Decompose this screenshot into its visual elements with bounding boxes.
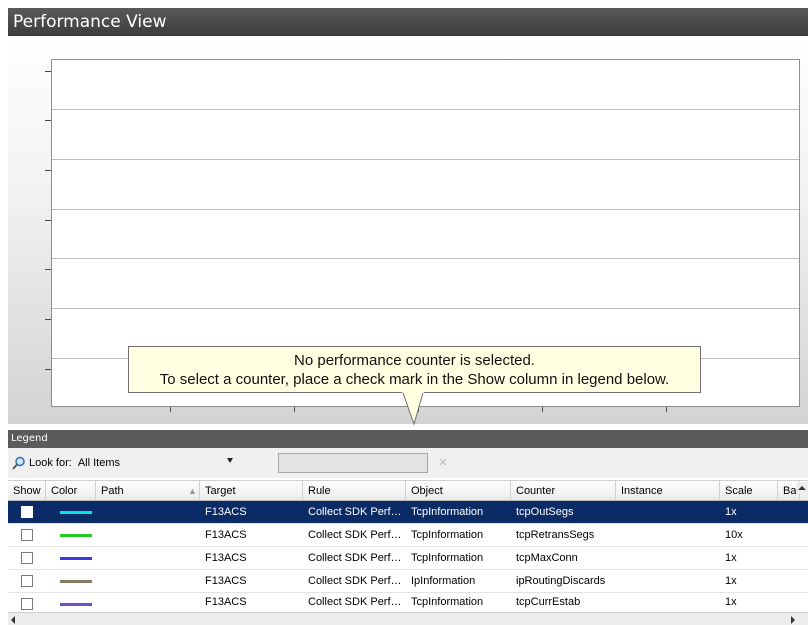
cell-instance bbox=[616, 593, 720, 612]
cell-target: F13ACS bbox=[205, 575, 247, 587]
show-checkbox[interactable] bbox=[21, 506, 33, 518]
horizontal-scrollbar[interactable] bbox=[8, 612, 808, 625]
table-row[interactable]: F13ACS Collect SDK Perf… IpInformation i… bbox=[8, 570, 808, 593]
clear-icon[interactable]: × bbox=[432, 454, 454, 472]
column-header-color[interactable]: Color bbox=[46, 481, 96, 501]
cell-path bbox=[96, 501, 200, 523]
column-header-target[interactable]: Target bbox=[200, 481, 303, 501]
cell-instance bbox=[616, 547, 720, 569]
column-header-instance[interactable]: Instance bbox=[616, 481, 720, 501]
search-input[interactable] bbox=[278, 453, 428, 473]
color-swatch bbox=[60, 557, 92, 560]
tooltip-line-2: To select a counter, place a check mark … bbox=[159, 371, 670, 388]
cell-path bbox=[96, 547, 200, 569]
show-checkbox[interactable] bbox=[21, 598, 33, 610]
gridline bbox=[52, 159, 799, 160]
cell-counter: tcpRetransSegs bbox=[516, 529, 595, 541]
cell-scale: 1x bbox=[725, 506, 737, 518]
no-counter-tooltip: No performance counter is selected. To s… bbox=[128, 346, 701, 393]
tooltip-line-1: No performance counter is selected. bbox=[294, 352, 535, 369]
cell-target: F13ACS bbox=[205, 506, 247, 518]
cell-scale: 1x bbox=[725, 575, 737, 587]
cell-target: F13ACS bbox=[205, 529, 247, 541]
scroll-left-icon[interactable] bbox=[11, 616, 15, 624]
cell-path bbox=[96, 593, 200, 612]
show-checkbox[interactable] bbox=[21, 575, 33, 587]
look-for-value: All Items bbox=[77, 457, 120, 469]
window-title: Performance View bbox=[8, 8, 808, 36]
search-icon bbox=[12, 456, 25, 470]
column-header-path[interactable]: Path bbox=[96, 481, 200, 501]
color-swatch bbox=[60, 580, 92, 583]
column-header-rule[interactable]: Rule bbox=[303, 481, 406, 501]
cell-rule: Collect SDK Perf… bbox=[308, 596, 402, 608]
scroll-right-icon[interactable] bbox=[791, 616, 795, 624]
gridline bbox=[52, 209, 799, 210]
cell-counter: ipRoutingDiscards bbox=[516, 575, 606, 587]
column-header-object[interactable]: Object bbox=[406, 481, 511, 501]
cell-scale: 10x bbox=[725, 529, 743, 541]
gridline bbox=[52, 258, 799, 259]
legend-header: Legend bbox=[8, 430, 808, 448]
x-tick bbox=[666, 407, 667, 412]
cell-rule: Collect SDK Perf… bbox=[308, 575, 402, 587]
gridline bbox=[52, 109, 799, 110]
x-tick bbox=[170, 407, 171, 412]
cell-scale: 1x bbox=[725, 596, 737, 608]
legend-toolbar: Look for: All Items × bbox=[8, 448, 808, 478]
cell-target: F13ACS bbox=[205, 552, 247, 564]
cell-path bbox=[96, 570, 200, 592]
table-row[interactable]: F13ACS Collect SDK Perf… TcpInformation … bbox=[8, 593, 808, 612]
cell-instance bbox=[616, 524, 720, 546]
look-for-label: Look for: bbox=[29, 457, 72, 469]
tooltip-pointer bbox=[402, 392, 424, 426]
look-for-dropdown[interactable]: Look for: All Items bbox=[12, 456, 120, 470]
cell-object: TcpInformation bbox=[411, 596, 484, 608]
cell-object: TcpInformation bbox=[411, 552, 484, 564]
legend-table: Show Color Path ▲ Target Rule Object Cou… bbox=[8, 480, 808, 612]
cell-counter: tcpOutSegs bbox=[516, 506, 574, 518]
table-row[interactable]: F13ACS Collect SDK Perf… TcpInformation … bbox=[8, 524, 808, 547]
column-header-show[interactable]: Show bbox=[8, 481, 46, 501]
cell-target: F13ACS bbox=[205, 596, 247, 608]
color-swatch bbox=[60, 603, 92, 606]
color-swatch bbox=[60, 534, 92, 537]
show-checkbox[interactable] bbox=[21, 529, 33, 541]
cell-counter: tcpMaxConn bbox=[516, 552, 578, 564]
cell-object: TcpInformation bbox=[411, 529, 484, 541]
cell-scale: 1x bbox=[725, 552, 737, 564]
gridline bbox=[52, 308, 799, 309]
chevron-down-icon[interactable] bbox=[227, 458, 233, 463]
table-row[interactable]: F13ACS Collect SDK Perf… TcpInformation … bbox=[8, 547, 808, 570]
sort-arrow-icon: ▲ bbox=[188, 486, 197, 496]
cell-path bbox=[96, 524, 200, 546]
cell-object: IpInformation bbox=[411, 575, 476, 587]
cell-rule: Collect SDK Perf… bbox=[308, 552, 402, 564]
cell-instance bbox=[616, 501, 720, 523]
column-header-scale[interactable]: Scale bbox=[720, 481, 778, 501]
cell-rule: Collect SDK Perf… bbox=[308, 506, 402, 518]
x-tick bbox=[294, 407, 295, 412]
table-row[interactable]: F13ACS Collect SDK Perf… TcpInformation … bbox=[8, 501, 808, 524]
cell-object: TcpInformation bbox=[411, 506, 484, 518]
color-swatch bbox=[60, 511, 92, 514]
cell-instance bbox=[616, 570, 720, 592]
column-header-counter[interactable]: Counter bbox=[511, 481, 616, 501]
cell-counter: tcpCurrEstab bbox=[516, 596, 581, 608]
x-tick bbox=[542, 407, 543, 412]
table-header: Show Color Path ▲ Target Rule Object Cou… bbox=[8, 480, 808, 501]
show-checkbox[interactable] bbox=[21, 552, 33, 564]
cell-rule: Collect SDK Perf… bbox=[308, 529, 402, 541]
scroll-up-button[interactable] bbox=[796, 482, 808, 494]
